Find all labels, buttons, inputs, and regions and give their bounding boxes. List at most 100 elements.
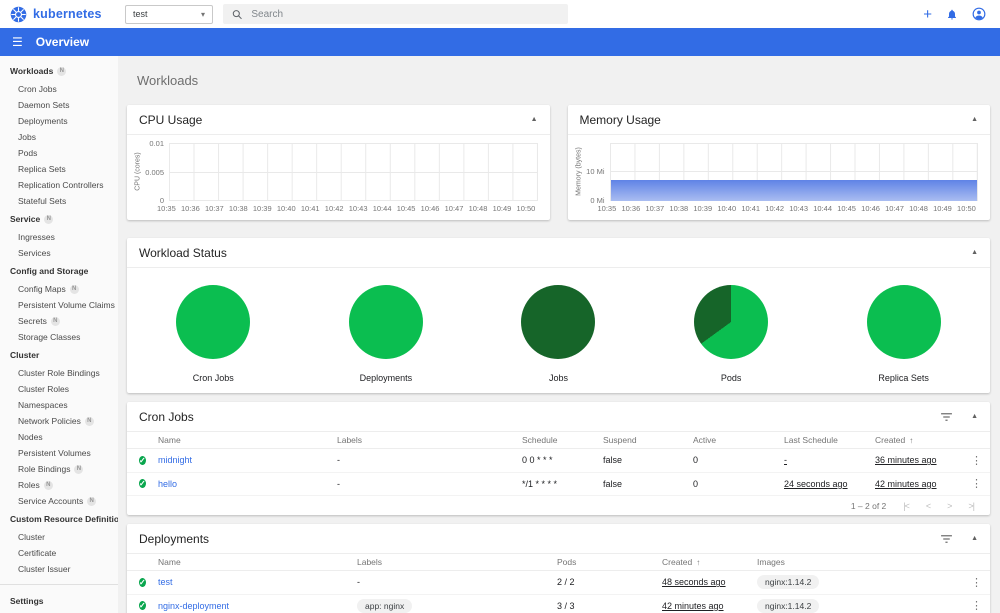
sidebar-item-workloads[interactable]: Workloads N [0,61,118,81]
sidebar-item-storage-classes[interactable]: Storage Classes [0,329,118,345]
sidebar-item-namespaces[interactable]: Namespaces [0,397,118,413]
col-active[interactable]: Active [693,435,784,445]
header-actions: + [923,7,1000,22]
sidebar-item-crd-cluster[interactable]: Cluster [0,529,118,545]
col-suspend[interactable]: Suspend [603,435,693,445]
sidebar-item-cluster-roles[interactable]: Cluster Roles [0,381,118,397]
brand[interactable]: kubernetes [0,6,118,23]
cpu-y-axis-label: CPU (cores) [134,152,142,191]
col-created-sorted[interactable]: Created ↑ [875,435,963,445]
filter-icon[interactable] [940,534,953,544]
previous-page-icon[interactable]: < [926,501,931,511]
namespaced-badge-icon: N [74,464,84,474]
sidebar-item-stateful-sets[interactable]: Stateful Sets [0,193,118,209]
namespaced-badge-icon: N [50,316,60,326]
row-actions-kebab-icon[interactable]: ⋮ [960,599,982,612]
namespaced-badge-icon: N [84,416,94,426]
sidebar-item-crd-certificate[interactable]: Certificate [0,545,118,561]
namespaced-badge-icon: N [87,496,97,506]
col-schedule[interactable]: Schedule [522,435,603,445]
filter-icon[interactable] [940,412,953,422]
col-name[interactable]: Name [158,435,337,445]
cell-active: 0 [693,478,699,489]
sidebar-item-replica-sets[interactable]: Replica Sets [0,161,118,177]
memory-ytick-0mi: 0 Mi [590,196,605,205]
sidebar-item-deployments[interactable]: Deployments [0,113,118,129]
sidebar-item-network-policies[interactable]: Network Policies N [0,413,118,429]
main-content: Workloads CPU Usage ▲ CPU (cores) 0.01 0… [118,56,1000,613]
sidebar-item-services[interactable]: Services [0,245,118,261]
sidebar-item-settings[interactable]: Settings [0,591,118,611]
memory-ytick-10mi: 10 Mi [586,167,605,176]
sidebar-item-jobs[interactable]: Jobs [0,129,118,145]
namespaced-badge-icon: N [44,214,54,224]
sidebar-item-cluster-role-bindings[interactable]: Cluster Role Bindings [0,365,118,381]
sidebar-item-persistent-volumes[interactable]: Persistent Volumes [0,445,118,461]
row-actions-kebab-icon[interactable]: ⋮ [963,477,982,490]
sidebar-item-secrets[interactable]: Secrets N [0,313,118,329]
sidebar-divider [0,584,118,585]
deployment-row-test: ✓ test - 2 / 2 48 seconds ago nginx:1.14… [127,571,990,595]
sidebar-item-cron-jobs[interactable]: Cron Jobs [0,81,118,97]
cell-schedule: */1 * * * * [522,478,558,489]
collapse-arrow-icon[interactable]: ▲ [971,535,978,542]
sidebar-item-daemon-sets[interactable]: Daemon Sets [0,97,118,113]
sidebar-item-nodes[interactable]: Nodes [0,429,118,445]
menu-hamburger-icon[interactable]: ☰ [12,35,23,49]
row-actions-kebab-icon[interactable]: ⋮ [960,576,982,589]
pie-label-pods: Pods [720,373,742,383]
collapse-arrow-icon[interactable]: ▲ [971,116,978,123]
last-page-icon[interactable]: >| [968,501,975,511]
user-profile-icon[interactable] [972,7,986,21]
cell-last-schedule: - [784,455,787,466]
cell-labels: - [357,577,360,588]
first-page-icon[interactable]: |< [903,501,910,511]
cpu-ytick-mid: 0.005 [145,168,164,177]
collapse-arrow-icon[interactable]: ▲ [971,249,978,256]
cron-jobs-header-row: Name Labels Schedule Suspend Active Last… [127,432,990,449]
cpu-plot-area [169,143,538,201]
deployment-link[interactable]: test [158,577,173,587]
workload-status-card: Workload Status ▲ Cron Jobs Deployments … [127,238,990,393]
collapse-arrow-icon[interactable]: ▲ [971,413,978,420]
sidebar-item-persistent-volume-claims[interactable]: Persistent Volume ClaimsN [0,297,118,313]
sidebar-item-config-maps[interactable]: Config Maps N [0,281,118,297]
deployments-title: Deployments [139,531,210,546]
sidebar-item-role-bindings[interactable]: Role Bindings N [0,461,118,477]
col-created-sorted[interactable]: Created ↑ [662,557,757,567]
cron-job-link[interactable]: midnight [158,455,192,465]
search-bar[interactable] [223,4,568,24]
pie-label-cron-jobs: Cron Jobs [192,373,234,383]
sidebar-item-pods[interactable]: Pods [0,145,118,161]
sidebar-item-service[interactable]: Service N [0,209,118,229]
sidebar-item-ingresses[interactable]: Ingresses [0,229,118,245]
col-labels[interactable]: Labels [337,435,522,445]
sidebar-item-roles[interactable]: Roles N [0,477,118,493]
col-name[interactable]: Name [158,557,357,567]
sidebar-item-crd-cluster-issuer[interactable]: Cluster Issuer [0,561,118,577]
collapse-arrow-icon[interactable]: ▲ [531,116,538,123]
next-page-icon[interactable]: > [947,501,952,511]
sidebar-item-service-accounts[interactable]: Service Accounts N [0,493,118,509]
col-images[interactable]: Images [757,557,960,567]
create-resource-button[interactable]: + [923,7,932,22]
pie-chart-jobs [521,285,596,359]
deployment-link[interactable]: nginx-deployment [158,601,229,611]
deployments-header-row: Name Labels Pods Created ↑ Images [127,554,990,571]
row-actions-kebab-icon[interactable]: ⋮ [963,454,982,467]
cell-pods: 3 / 3 [557,600,575,611]
sidebar-item-replication-controllers[interactable]: Replication Controllers [0,177,118,193]
image-chip: nginx:1.14.2 [757,598,820,613]
cron-job-link[interactable]: hello [158,479,177,489]
cell-labels: - [337,478,340,489]
namespace-selector[interactable]: test ▾ [125,4,213,24]
col-pods[interactable]: Pods [557,557,662,567]
search-input[interactable] [251,8,559,20]
pagination-range: 1 – 2 of 2 [850,500,887,511]
notifications-bell-icon[interactable] [946,8,958,21]
pie-label-jobs: Jobs [548,373,568,383]
sidebar: Workloads N Cron Jobs Daemon Sets Deploym… [0,56,118,613]
col-last-schedule[interactable]: Last Schedule [784,435,875,445]
cpu-ytick-bottom: 0 [159,196,164,205]
col-labels[interactable]: Labels [357,557,557,567]
